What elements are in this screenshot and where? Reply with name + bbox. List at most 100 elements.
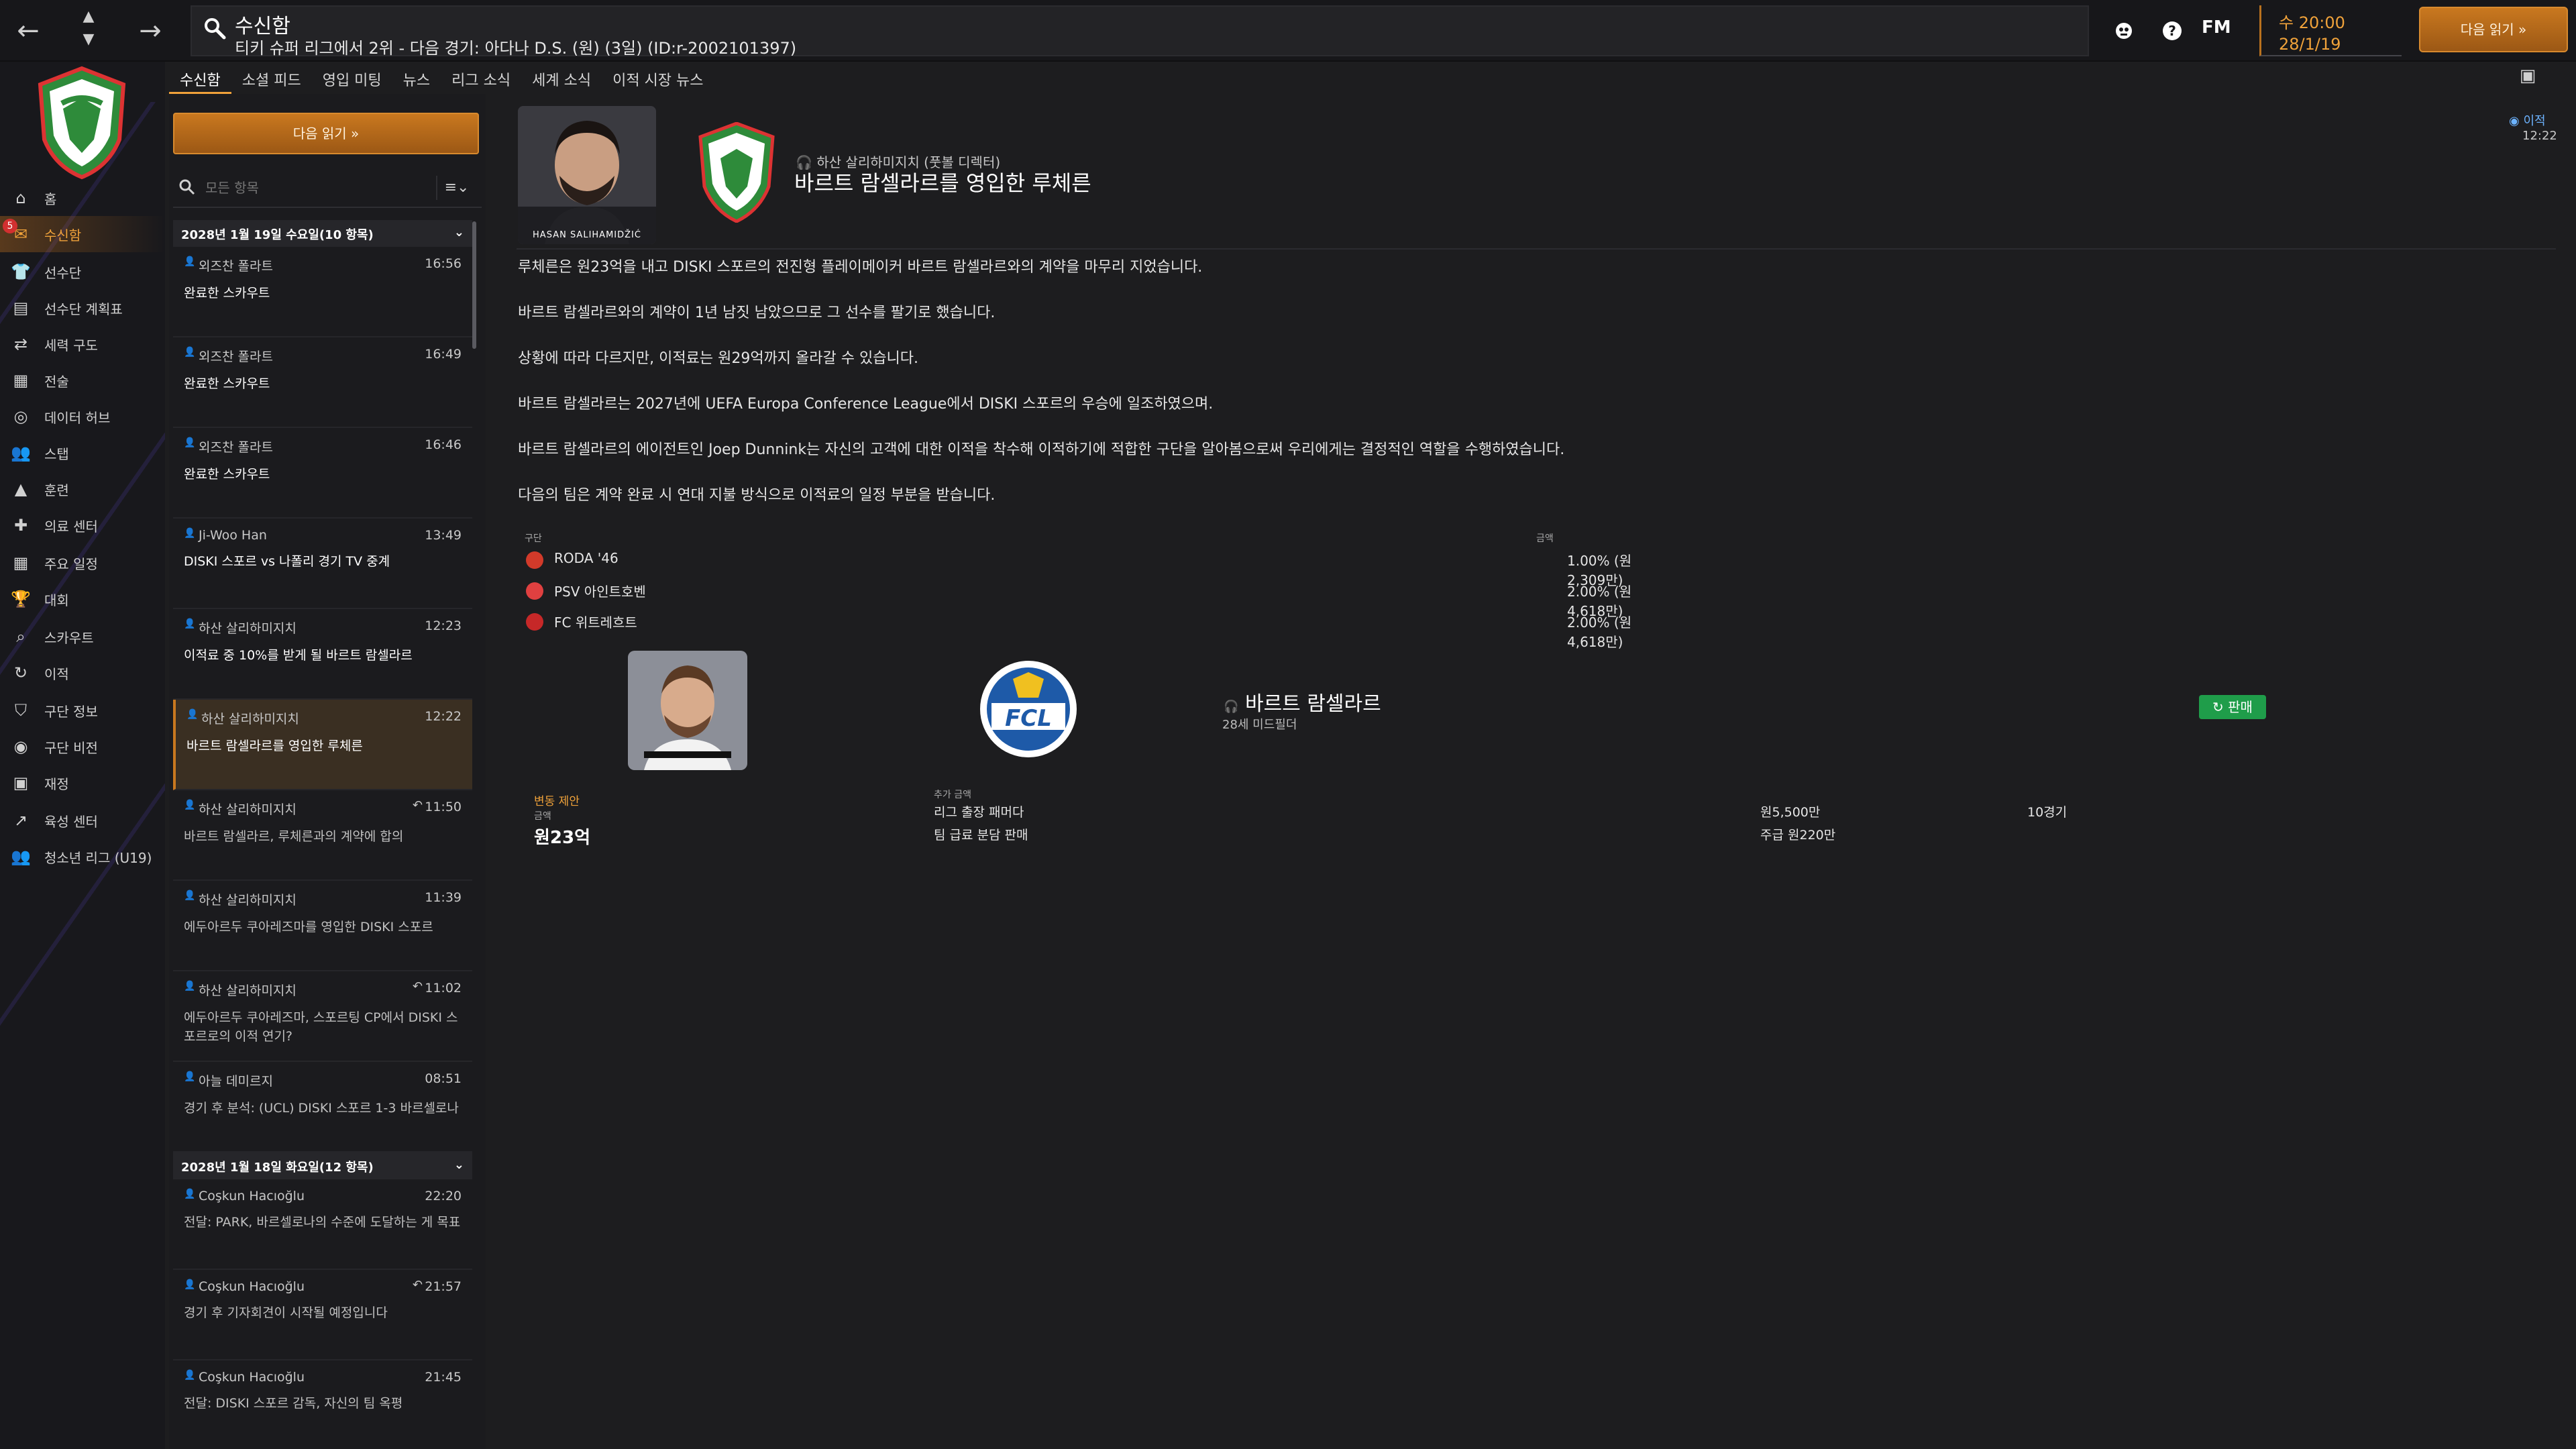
continue-button[interactable]: 다음 읽기 » [2419,7,2568,52]
player-photo[interactable] [628,651,747,770]
sidebar-item-label: 재정 [44,775,69,792]
tab-transfer-news[interactable]: 이적 시장 뉴스 [602,64,714,94]
message-list-item[interactable]: Coşkun Hacıoğlu22:20 전달: PARK, 바르셀로나의 수준에… [173,1179,472,1270]
sidebar-item-data-hub[interactable]: ◎ 데이터 허브 [0,398,165,435]
message-time: 12:22 [425,709,462,724]
forward-button[interactable]: → [134,15,166,47]
inbox-continue-button[interactable]: 다음 읽기 » [173,113,479,154]
sidebar-item-medical[interactable]: ✚ 의료 센터 [0,507,165,543]
sidebar-item-training[interactable]: ▲ 훈련 [0,471,165,507]
page-subtitle: 티키 슈퍼 리그에서 2위 - 다음 경기: 아다나 D.S. (원) (3일)… [235,39,797,58]
scout-icon: ⌕ [16,627,25,646]
article-title: 바르트 람셀라르를 영입한 루체른 [794,170,1091,196]
dynamics-icon: ⇄ [13,335,28,354]
club-crest-icon[interactable] [35,66,129,180]
message-list-item[interactable]: Ji-Woo Han13:49 DISKI 스포르 vs 나폴리 경기 TV 중계 [173,519,472,609]
view-options-icon[interactable]: ▣ [2514,66,2541,89]
fcl-club-logo-icon[interactable]: FCL [978,659,1079,759]
sidebar-item-inbox[interactable]: 5 ✉ 수신함 [0,216,165,252]
sidebar-item-dynamics[interactable]: ⇄ 세력 구도 [0,326,165,362]
sidebar-item-club-info[interactable]: ⛉ 구단 정보 [0,692,165,729]
unread-badge: 5 [3,219,17,233]
sidebar-item-label: 육성 센터 [44,813,98,830]
club-name[interactable]: PSV 아인트호벤 [554,581,646,600]
club-crest-icon [698,122,775,223]
inbox-scrollbar[interactable] [472,221,478,1442]
article-paragraph: 바르트 람셀라르와의 계약이 1년 남짓 남았으므로 그 선수를 팔기로 했습니… [518,305,996,321]
scrollbar-thumb[interactable] [472,221,476,349]
sidebar-item-home[interactable]: ⌂ 홈 [0,180,165,216]
tab-league-news[interactable]: 리그 소식 [441,64,521,94]
message-list-item[interactable]: Coşkun Hacıoğlu21:45 전달: DISKI 스포르 감독, 자신… [173,1360,472,1449]
tab-social-feed[interactable]: 소셜 피드 [231,64,312,94]
message-list-item[interactable]: 하산 살리하미지치12:23 이적료 중 10%를 받게 될 바르트 람셀라르 [173,609,472,700]
sidebar-item-transfers[interactable]: ↻ 이적 [0,655,165,691]
sidebar-item-label: 이적 [44,665,69,682]
sender-photo: HASAN SALIHAMIDŽIĆ [518,106,656,244]
message-list-item[interactable]: 하산 살리하미지치11:39 에두아르두 쿠아레즈마를 영입한 DISKI 스포르 [173,881,472,971]
inbox-list-panel: 다음 읽기 » ≡⌄ 2028년 1월 19일 수요일(10 항목) ⌄ 외즈찬… [169,94,486,1449]
transfer-fee: 원23억 [534,828,591,848]
reply-icon: ↶ [412,979,423,994]
message-list-item[interactable]: 외즈찬 폴라트16:56 완료한 스카우트 [173,247,472,337]
sidebar-item-finances[interactable]: ▣ 재정 [0,765,165,801]
game-date[interactable]: 수 20:00 28/1/19 [2259,5,2402,56]
article-tag[interactable]: ◉ 이적 [2509,111,2546,129]
inbox-filter-input[interactable] [205,176,393,200]
top-bar: ← ▲ ▼ → 수신함 티키 슈퍼 리그에서 2위 - 다음 경기: 아다나 D… [0,0,2576,62]
sidebar-item-youth-league[interactable]: 👥 청소년 리그 (U19) [0,839,165,875]
tab-recruitment-meetings[interactable]: 영입 미팅 [312,64,392,94]
back-button[interactable]: ← [12,15,44,47]
tab-news[interactable]: 뉴스 [392,64,441,94]
sidebar-item-development[interactable]: ↗ 육성 센터 [0,802,165,839]
clauses-header-club: 구단 [525,533,542,544]
tab-world-news[interactable]: 세계 소식 [521,64,602,94]
message-list-item[interactable]: Coşkun Hacıoğlu↶21:57경기 후 기자회견이 시작될 예정입니… [173,1270,472,1360]
message-sender: Coşkun Hacıoğlu [184,1370,462,1385]
message-list-item[interactable]: 하산 살리하미지치12:22 바르트 람셀라르를 영입한 루체른 [173,700,472,790]
message-sender: 외즈찬 폴라트 [184,347,462,365]
solidarity-row[interactable]: PSV 아인트호벤 2.00% (원4,618만) [526,578,1666,619]
clauses-header-amount: 금액 [1536,533,1554,544]
sidebar-item-squad[interactable]: 👕 선수단 [0,254,165,290]
day-header-label: 2028년 1월 19일 수요일(10 항목) [181,228,374,242]
sidebar-item-staff[interactable]: 👥 스탭 [0,435,165,471]
message-sender: 외즈찬 폴라트 [184,437,462,455]
player-name-text: 바르트 람셀라르 [1244,692,1381,716]
sidebar-item-squad-planner[interactable]: ▤ 선수단 계획표 [0,290,165,326]
help-icon[interactable]: ? [2157,16,2187,46]
sidebar-item-schedule[interactable]: ▦ 주요 일정 [0,545,165,581]
message-time: 11:02 [425,981,462,996]
message-list-item[interactable]: 외즈찬 폴라트16:49 완료한 스카우트 [173,337,472,428]
tag-label: 이적 [2523,114,2546,128]
add-on-amount: 주급 원220만 [1760,828,1836,843]
reply-icon: ↶ [412,1278,423,1292]
sidebar-item-scouting[interactable]: ⌕ 스카우트 [0,619,165,655]
home-icon: ⌂ [15,189,26,207]
message-sender: Coşkun Hacıoğlu [184,1189,462,1203]
club-name[interactable]: RODA '46 [554,550,619,566]
club-name[interactable]: FC 위트레흐트 [554,612,637,631]
sort-menu-button[interactable]: ≡⌄ [436,176,476,200]
message-subject: 이적료 중 10%를 받게 될 바르트 람셀라르 [184,648,413,663]
search-box[interactable]: 수신함 티키 슈퍼 리그에서 2위 - 다음 경기: 아다나 D.S. (원) … [191,5,2089,58]
day-header[interactable]: 2028년 1월 19일 수요일(10 항목) ⌄ [173,220,472,247]
message-list-item[interactable]: 아늘 데미르지08:51 경기 후 분석: (UCL) DISKI 스포르 1-3… [173,1062,472,1152]
message-list-item[interactable]: 하산 살리하미지치↶11:02에두아르두 쿠아레즈마, 스포르팅 CP에서 DI… [173,971,472,1062]
solidarity-row[interactable]: FC 위트레흐트 2.00% (원4,618만) [526,609,1666,650]
message-list-item[interactable]: 외즈찬 폴라트16:46 완료한 스카우트 [173,428,472,519]
message-time: 21:45 [425,1370,462,1385]
player-name[interactable]: 🎧 바르트 람셀라르 [1224,687,1381,716]
sidebar-item-club-vision[interactable]: ◉ 구단 비전 [0,729,165,765]
history-updown-button[interactable]: ▲ ▼ [75,5,102,56]
fm-menu-button[interactable]: FM [2202,17,2231,38]
solidarity-row[interactable]: RODA '46 1.00% (원2,309만) [526,547,1666,588]
tab-inbox[interactable]: 수신함 [169,64,231,94]
day-header[interactable]: 2028년 1월 18일 화요일(12 항목) ⌄ [173,1152,472,1179]
sidebar-item-competitions[interactable]: 🏆 대회 [0,581,165,617]
search-icon [179,179,195,195]
game-status-icon[interactable] [2109,16,2139,46]
sidebar-item-tactics[interactable]: ▦ 전술 [0,362,165,398]
development-icon: ↗ [13,811,28,830]
message-list-item[interactable]: 하산 살리하미지치↶11:50바르트 람셀라르, 루체른과의 계약에 합의 [173,790,472,881]
